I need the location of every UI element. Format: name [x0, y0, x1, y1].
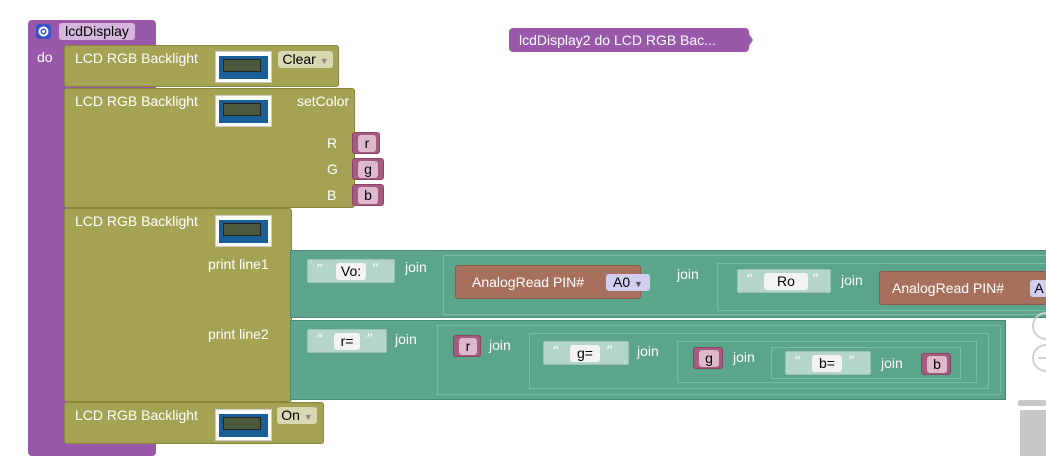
variable-g-value: g [358, 161, 378, 178]
procedure-name-field[interactable]: lcdDisplay [59, 23, 135, 40]
analogread-label: AnalogRead PIN# [892, 280, 1005, 296]
line1-string-ro-value[interactable]: Ro [764, 273, 808, 290]
pin-a0-dropdown[interactable]: A0 ▼ [606, 274, 650, 291]
close-quote-icon: ” [848, 354, 856, 370]
lcd-image-icon [215, 51, 272, 83]
procedure-header: lcdDisplay [28, 20, 156, 44]
join-label: join [395, 331, 417, 347]
line2-string-b[interactable]: “ b= ” [785, 351, 871, 375]
variable-g-block[interactable]: g [352, 158, 384, 180]
lcd-block-title: LCD RGB Backlight [75, 213, 198, 229]
dropdown-arrow-icon: ▼ [634, 279, 643, 289]
analogread-label: AnalogRead PIN# [472, 274, 585, 290]
line2-variable-b-value: b [927, 356, 947, 373]
lcd-setcolor-block[interactable]: LCD RGB Backlight setColor R G B [64, 88, 355, 208]
variable-b-value: b [358, 187, 378, 204]
analogread-block-1[interactable]: AnalogRead PIN# A0 ▼ [455, 265, 650, 299]
print-line1-label: print line1 [208, 256, 269, 272]
gear-icon[interactable] [36, 24, 51, 39]
r-input-label: R [327, 135, 338, 151]
variable-r-value: r [358, 135, 376, 152]
print-line2-label: print line2 [208, 326, 269, 342]
line2-join-block[interactable]: “ r= ” join r join “ g= ” join g join “ … [290, 320, 1006, 400]
b-input-label: B [327, 187, 337, 203]
on-dropdown[interactable]: On ▼ [277, 407, 317, 424]
line2-variable-r-value: r [459, 338, 477, 355]
pin-a-dropdown[interactable]: A [1030, 280, 1046, 297]
dropdown-arrow-icon: ▼ [303, 412, 313, 422]
setcolor-label: setColor [297, 93, 350, 109]
open-quote-icon: “ [794, 354, 802, 370]
line1-string-vo[interactable]: “ Vo: ” [307, 259, 395, 283]
call-block-connector [745, 28, 753, 52]
variable-r-block[interactable]: r [352, 132, 380, 154]
variable-b-block[interactable]: b [352, 184, 384, 206]
clear-dropdown[interactable]: Clear ▼ [278, 51, 333, 68]
line2-string-g-value[interactable]: g= [570, 345, 600, 362]
lcd-image-icon [215, 95, 272, 127]
g-input-label: G [327, 161, 338, 177]
line2-variable-b[interactable]: b [921, 353, 951, 375]
trash-icon[interactable] [1018, 400, 1046, 456]
lcd-block-title: LCD RGB Backlight [75, 407, 198, 423]
join-label: join [677, 266, 699, 282]
do-label: do [37, 49, 53, 65]
line2-string-b-value[interactable]: b= [812, 355, 842, 372]
join-label: join [733, 349, 755, 365]
lcd-image-icon [215, 409, 272, 441]
zoom-out-icon[interactable] [1030, 344, 1046, 372]
line2-string-r[interactable]: “ r= ” [307, 329, 387, 353]
open-quote-icon: “ [746, 272, 754, 288]
lcd-clear-block[interactable]: LCD RGB Backlight Clear ▼ [64, 45, 339, 87]
analogread-block-2[interactable]: AnalogRead PIN# A [879, 271, 1046, 305]
lcd-print-block[interactable]: LCD RGB Backlight print line1 print line… [64, 208, 292, 402]
line1-join-block[interactable]: “ Vo: ” join AnalogRead PIN# A0 ▼ join “… [290, 250, 1046, 318]
lcd-image-icon [215, 215, 272, 247]
open-quote-icon: “ [552, 344, 560, 360]
open-quote-icon: “ [316, 262, 324, 278]
lcd-block-title: LCD RGB Backlight [75, 50, 198, 66]
dropdown-arrow-icon: ▼ [319, 56, 329, 66]
line1-string-ro[interactable]: “ Ro ” [737, 269, 831, 293]
clear-dropdown-value: Clear [282, 51, 316, 67]
join-label: join [637, 343, 659, 359]
lcd-on-block[interactable]: LCD RGB Backlight On ▼ [64, 402, 324, 444]
line2-string-r-value[interactable]: r= [334, 333, 360, 350]
line2-variable-r[interactable]: r [453, 335, 481, 357]
open-quote-icon: “ [316, 332, 324, 348]
call-label: lcdDisplay2 do LCD RGB Bac... [519, 32, 716, 48]
on-dropdown-value: On [281, 407, 300, 423]
pin-a0-value: A0 [613, 274, 631, 290]
join-label: join [841, 272, 863, 288]
join-label: join [881, 355, 903, 371]
close-quote-icon: ” [366, 332, 374, 348]
close-quote-icon: ” [812, 272, 820, 288]
join-label: join [489, 337, 511, 353]
line2-variable-g[interactable]: g [693, 347, 723, 369]
procedure-call-block[interactable]: lcdDisplay2 do LCD RGB Bac... [509, 28, 749, 52]
join-label: join [405, 259, 427, 275]
zoom-in-icon[interactable] [1030, 312, 1046, 340]
line1-string-vo-value[interactable]: Vo: [336, 263, 366, 280]
close-quote-icon: ” [606, 344, 614, 360]
close-quote-icon: ” [372, 262, 380, 278]
line2-variable-g-value: g [699, 350, 719, 367]
lcd-block-title: LCD RGB Backlight [75, 93, 198, 109]
line2-string-g[interactable]: “ g= ” [543, 341, 629, 365]
pin-a-value: A [1034, 280, 1044, 296]
